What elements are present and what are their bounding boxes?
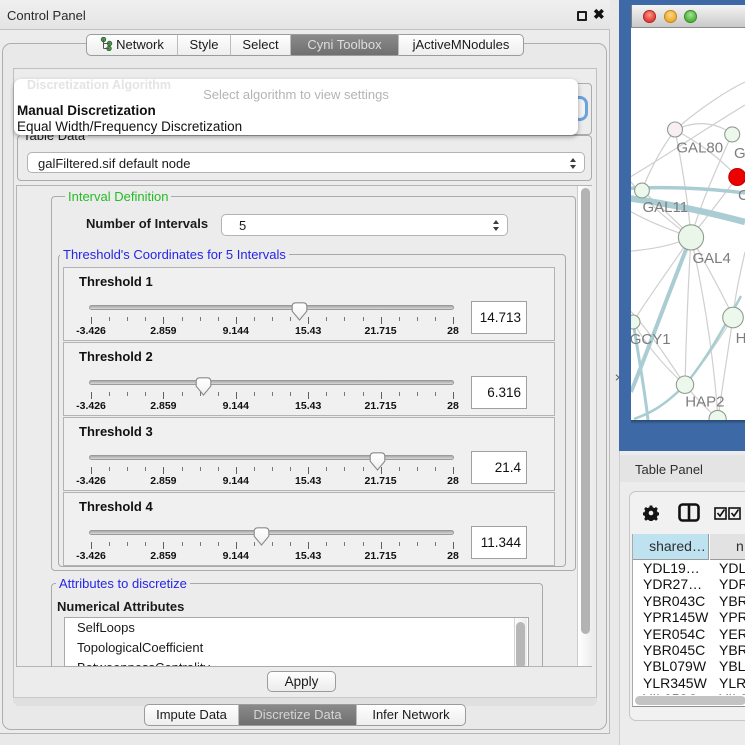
svg-text:GAL4: GAL4	[693, 250, 731, 267]
svg-text:HAP2: HAP2	[685, 394, 724, 411]
svg-text:C: C	[738, 187, 745, 204]
svg-text:GA: GA	[734, 145, 745, 162]
svg-text:GAL80: GAL80	[676, 139, 723, 156]
svg-text:GCY1: GCY1	[631, 331, 671, 348]
svg-text:GAL11: GAL11	[643, 199, 689, 216]
svg-text:H: H	[736, 330, 745, 347]
